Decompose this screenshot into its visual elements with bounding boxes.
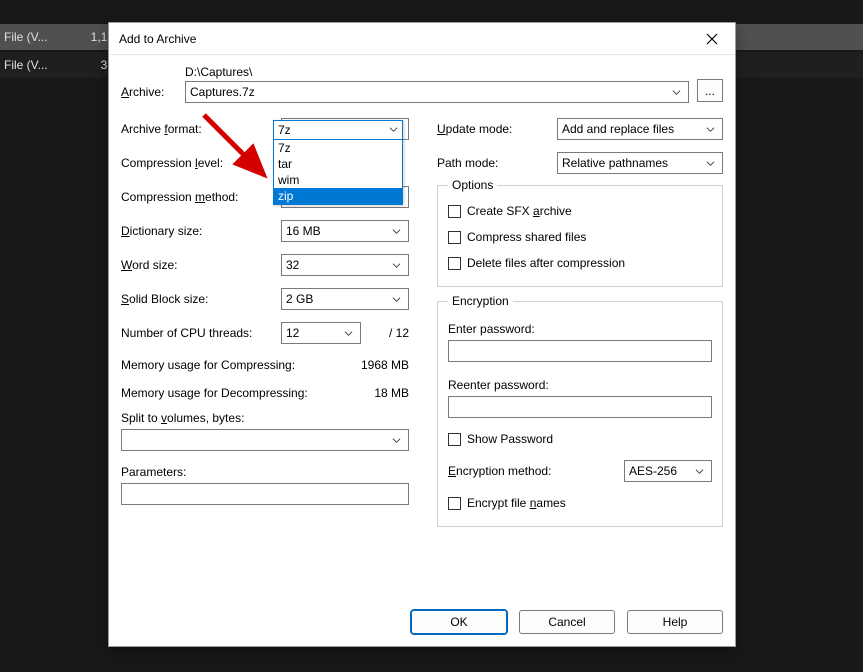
chevron-down-icon — [340, 329, 356, 338]
format-option-zip[interactable]: zip — [274, 188, 402, 204]
mem-decompress-label: Memory usage for Decompressing: — [121, 386, 308, 400]
chevron-down-icon — [388, 227, 404, 236]
mem-decompress-value: 18 MB — [374, 386, 409, 400]
parameters-input[interactable] — [121, 483, 409, 505]
dialog-title: Add to Archive — [119, 32, 196, 46]
chevron-down-icon — [691, 467, 707, 476]
mem-compress-label: Memory usage for Compressing: — [121, 358, 295, 372]
path-mode-select[interactable]: Relative pathnames — [557, 152, 723, 174]
archive-label: Archive: — [121, 85, 177, 103]
encryption-legend: Encryption — [448, 294, 513, 308]
parameters-label: Parameters: — [121, 465, 409, 479]
chevron-down-icon — [702, 159, 718, 168]
shared-checkbox[interactable] — [448, 231, 461, 244]
delete-after-label: Delete files after compression — [467, 256, 625, 270]
show-password-label: Show Password — [467, 432, 553, 446]
sfx-checkbox[interactable] — [448, 205, 461, 218]
encryption-method-select[interactable]: AES-256 — [624, 460, 712, 482]
archive-path: D:\Captures\ — [185, 65, 689, 79]
close-icon — [706, 33, 718, 45]
archive-file-combo[interactable]: Captures.7z — [185, 81, 689, 103]
browse-button[interactable]: ... — [697, 79, 723, 102]
format-option-wim[interactable]: wim — [274, 172, 402, 188]
dictionary-size-label: Dictionary size: — [121, 224, 281, 238]
options-group: Options Create SFX archive Compress shar… — [437, 185, 723, 287]
chevron-down-icon — [388, 295, 404, 304]
encrypt-names-checkbox[interactable] — [448, 497, 461, 510]
solid-block-label: Solid Block size: — [121, 292, 281, 306]
split-volumes-combo[interactable] — [121, 429, 409, 451]
options-legend: Options — [448, 178, 497, 192]
titlebar: Add to Archive — [109, 23, 735, 55]
delete-after-checkbox[interactable] — [448, 257, 461, 270]
chevron-down-icon — [388, 436, 404, 445]
format-option-tar[interactable]: tar — [274, 156, 402, 172]
split-volumes-label: Split to volumes, bytes: — [121, 411, 409, 425]
dictionary-size-select[interactable]: 16 MB — [281, 220, 409, 242]
mem-compress-value: 1968 MB — [361, 358, 409, 372]
help-button[interactable]: Help — [627, 610, 723, 634]
chevron-down-icon — [389, 123, 398, 137]
cpu-threads-label: Number of CPU threads: — [121, 326, 281, 340]
archive-format-label: Archive format: — [121, 122, 281, 136]
word-size-select[interactable]: 32 — [281, 254, 409, 276]
chevron-down-icon — [668, 88, 684, 97]
ok-button[interactable]: OK — [411, 610, 507, 634]
compression-method-label: Compression method: — [121, 190, 281, 204]
encryption-method-label: Encryption method: — [448, 464, 614, 478]
encryption-group: Encryption Enter password: Reenter passw… — [437, 301, 723, 527]
enter-password-input[interactable] — [448, 340, 712, 362]
close-button[interactable] — [689, 24, 735, 54]
reenter-password-label: Reenter password: — [448, 378, 712, 392]
chevron-down-icon — [388, 261, 404, 270]
chevron-down-icon — [702, 125, 718, 134]
encrypt-names-label: Encrypt file names — [467, 496, 566, 510]
reenter-password-input[interactable] — [448, 396, 712, 418]
cancel-button[interactable]: Cancel — [519, 610, 615, 634]
sfx-label: Create SFX archive — [467, 204, 572, 218]
compression-level-label: Compression level: — [121, 156, 281, 170]
right-column: Update mode: Add and replace files Path … — [437, 117, 723, 527]
shared-label: Compress shared files — [467, 230, 586, 244]
update-mode-label: Update mode: — [437, 122, 549, 136]
add-to-archive-dialog: Add to Archive Archive: D:\Captures\ Cap… — [108, 22, 736, 647]
word-size-label: Word size: — [121, 258, 281, 272]
cpu-threads-select[interactable]: 12 — [281, 322, 361, 344]
cpu-threads-max: / 12 — [361, 326, 409, 340]
update-mode-select[interactable]: Add and replace files — [557, 118, 723, 140]
format-option-7z[interactable]: 7z — [274, 140, 402, 156]
enter-password-label: Enter password: — [448, 322, 712, 336]
path-mode-label: Path mode: — [437, 156, 549, 170]
show-password-checkbox[interactable] — [448, 433, 461, 446]
archive-format-dropdown[interactable]: 7z 7z tar wim zip — [273, 120, 403, 205]
solid-block-select[interactable]: 2 GB — [281, 288, 409, 310]
